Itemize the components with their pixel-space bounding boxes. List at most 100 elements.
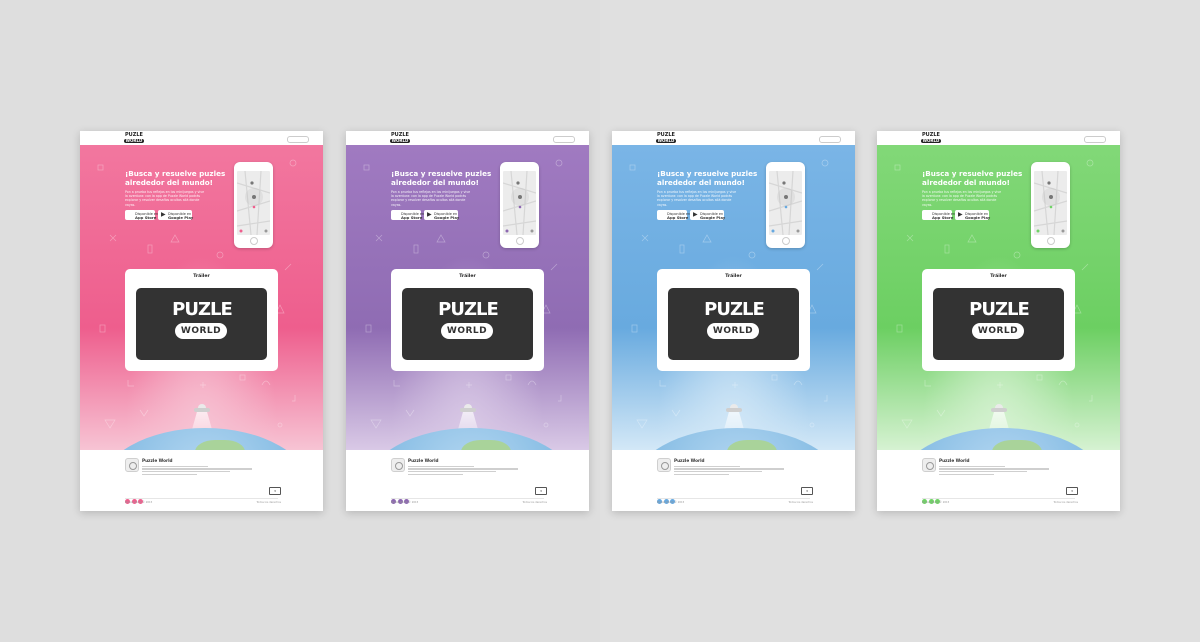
ufo-icon: [991, 404, 1007, 414]
footer-legal: Todos los derechos: [522, 501, 547, 504]
puzle-world-video-logo: PUZLE WORLD: [968, 300, 1030, 346]
menu-button[interactable]: [287, 136, 309, 143]
app-store-button[interactable]: Disponible en App Store: [125, 210, 158, 220]
hero-headline: ¡Busca y resuelve puzles alrededor del m…: [657, 169, 758, 187]
pegi-badge: 3: [1066, 487, 1078, 495]
app-icon: [922, 458, 936, 472]
footer: Puzzle World 3 Puzzle World © 2015 Todos…: [80, 450, 323, 511]
menu-button[interactable]: [819, 136, 841, 143]
app-name: Puzzle World: [939, 458, 970, 463]
landing-page-card-green[interactable]: PUZLE WORLD ¡Busca y resuelve puzles alr…: [877, 131, 1120, 511]
phone-mockup: [766, 162, 805, 248]
app-icon: [125, 458, 139, 472]
top-nav-bar: PUZLE WORLD: [877, 131, 1120, 146]
ufo-icon: [194, 404, 210, 414]
trailer-title: Tráiler: [725, 274, 742, 279]
app-name: Puzzle World: [674, 458, 705, 463]
trailer-video[interactable]: PUZLE WORLD: [933, 288, 1064, 360]
puzle-world-logo[interactable]: PUZLE WORLD: [656, 133, 676, 143]
map-screen: [237, 171, 270, 235]
footer-legal: Todos los derechos: [1053, 501, 1078, 504]
trailer-video[interactable]: PUZLE WORLD: [668, 288, 799, 360]
hero-section: ¡Busca y resuelve puzles alrededor del m…: [80, 145, 323, 450]
home-button-icon: [1047, 237, 1055, 245]
app-details: [674, 464, 784, 477]
home-button-icon: [782, 237, 790, 245]
app-name: Puzzle World: [408, 458, 439, 463]
puzle-world-video-logo: PUZLE WORLD: [437, 300, 499, 346]
footer-copyright: Puzzle World © 2015: [125, 501, 153, 504]
hero-body-text: Pon a prueba tus reflejos en los minijue…: [922, 190, 1002, 207]
app-icon: [391, 458, 405, 472]
google-play-button[interactable]: ▶ Disponible en Google Play: [424, 210, 459, 220]
puzle-world-logo[interactable]: PUZLE WORLD: [921, 133, 941, 143]
map-screen: [769, 171, 802, 235]
google-play-button[interactable]: ▶ Disponible en Google Play: [955, 210, 990, 220]
trailer-panel: Tráiler PUZLE WORLD: [391, 269, 544, 371]
map-screen: [1034, 171, 1067, 235]
footer-copyright: Puzzle World © 2015: [391, 501, 419, 504]
trailer-title: Tráiler: [990, 274, 1007, 279]
hero-body-text: Pon a prueba tus reflejos en los minijue…: [391, 190, 471, 207]
app-store-button[interactable]: Disponible en App Store: [657, 210, 690, 220]
puzle-world-video-logo: PUZLE WORLD: [171, 300, 233, 346]
phone-mockup: [234, 162, 273, 248]
hero-body-text: Pon a prueba tus reflejos en los minijue…: [125, 190, 205, 207]
play-store-icon: ▶: [161, 211, 166, 218]
pegi-badge: 3: [535, 487, 547, 495]
footer: Puzzle World 3 Puzzle World © 2015 Todos…: [877, 450, 1120, 511]
app-details: [408, 464, 518, 477]
map-screen: [503, 171, 536, 235]
hero-section: ¡Busca y resuelve puzles alrededor del m…: [877, 145, 1120, 450]
home-button-icon: [250, 237, 258, 245]
top-nav-bar: PUZLE WORLD: [346, 131, 589, 146]
apple-icon: [394, 212, 399, 218]
puzle-world-logo[interactable]: PUZLE WORLD: [124, 133, 144, 143]
footer-legal: Todos los derechos: [788, 501, 813, 504]
google-play-button[interactable]: ▶ Disponible en Google Play: [158, 210, 193, 220]
puzle-world-logo[interactable]: PUZLE WORLD: [390, 133, 410, 143]
hero-section: ¡Busca y resuelve puzles alrededor del m…: [612, 145, 855, 450]
landing-page-card-pink[interactable]: PUZLE WORLD ¡Busca y resuelve puzles alr…: [80, 131, 323, 511]
footer-legal: Todos los derechos: [256, 501, 281, 504]
top-nav-bar: PUZLE WORLD: [612, 131, 855, 146]
apple-icon: [925, 212, 930, 218]
footer-divider: [922, 498, 1075, 499]
apple-icon: [128, 212, 133, 218]
hero-body-text: Pon a prueba tus reflejos en los minijue…: [657, 190, 737, 207]
footer: Puzzle World 3 Puzzle World © 2015 Todos…: [612, 450, 855, 511]
footer-divider: [391, 498, 544, 499]
phone-mockup: [500, 162, 539, 248]
app-name: Puzzle World: [142, 458, 173, 463]
hero-headline: ¡Busca y resuelve puzles alrededor del m…: [391, 169, 492, 187]
home-button-icon: [516, 237, 524, 245]
hero-headline: ¡Busca y resuelve puzles alrededor del m…: [125, 169, 226, 187]
pegi-badge: 3: [801, 487, 813, 495]
landing-page-card-purple[interactable]: PUZLE WORLD ¡Busca y resuelve puzles alr…: [346, 131, 589, 511]
pegi-badge: 3: [269, 487, 281, 495]
menu-button[interactable]: [553, 136, 575, 143]
app-details: [939, 464, 1049, 477]
menu-button[interactable]: [1084, 136, 1106, 143]
app-store-button[interactable]: Disponible en App Store: [391, 210, 424, 220]
play-store-icon: ▶: [958, 211, 963, 218]
trailer-video[interactable]: PUZLE WORLD: [136, 288, 267, 360]
app-details: [142, 464, 252, 477]
ufo-icon: [460, 404, 476, 414]
google-play-button[interactable]: ▶ Disponible en Google Play: [690, 210, 725, 220]
app-store-button[interactable]: Disponible en App Store: [922, 210, 955, 220]
footer-divider: [125, 498, 278, 499]
trailer-panel: Tráiler PUZLE WORLD: [125, 269, 278, 371]
footer-copyright: Puzzle World © 2015: [657, 501, 685, 504]
hero-headline: ¡Busca y resuelve puzles alrededor del m…: [922, 169, 1023, 187]
trailer-video[interactable]: PUZLE WORLD: [402, 288, 533, 360]
play-store-icon: ▶: [427, 211, 432, 218]
puzle-world-video-logo: PUZLE WORLD: [703, 300, 765, 346]
ufo-icon: [726, 404, 742, 414]
trailer-panel: Tráiler PUZLE WORLD: [657, 269, 810, 371]
hero-section: ¡Busca y resuelve puzles alrededor del m…: [346, 145, 589, 450]
footer-copyright: Puzzle World © 2015: [922, 501, 950, 504]
trailer-panel: Tráiler PUZLE WORLD: [922, 269, 1075, 371]
phone-mockup: [1031, 162, 1070, 248]
landing-page-card-blue[interactable]: PUZLE WORLD ¡Busca y resuelve puzles alr…: [612, 131, 855, 511]
